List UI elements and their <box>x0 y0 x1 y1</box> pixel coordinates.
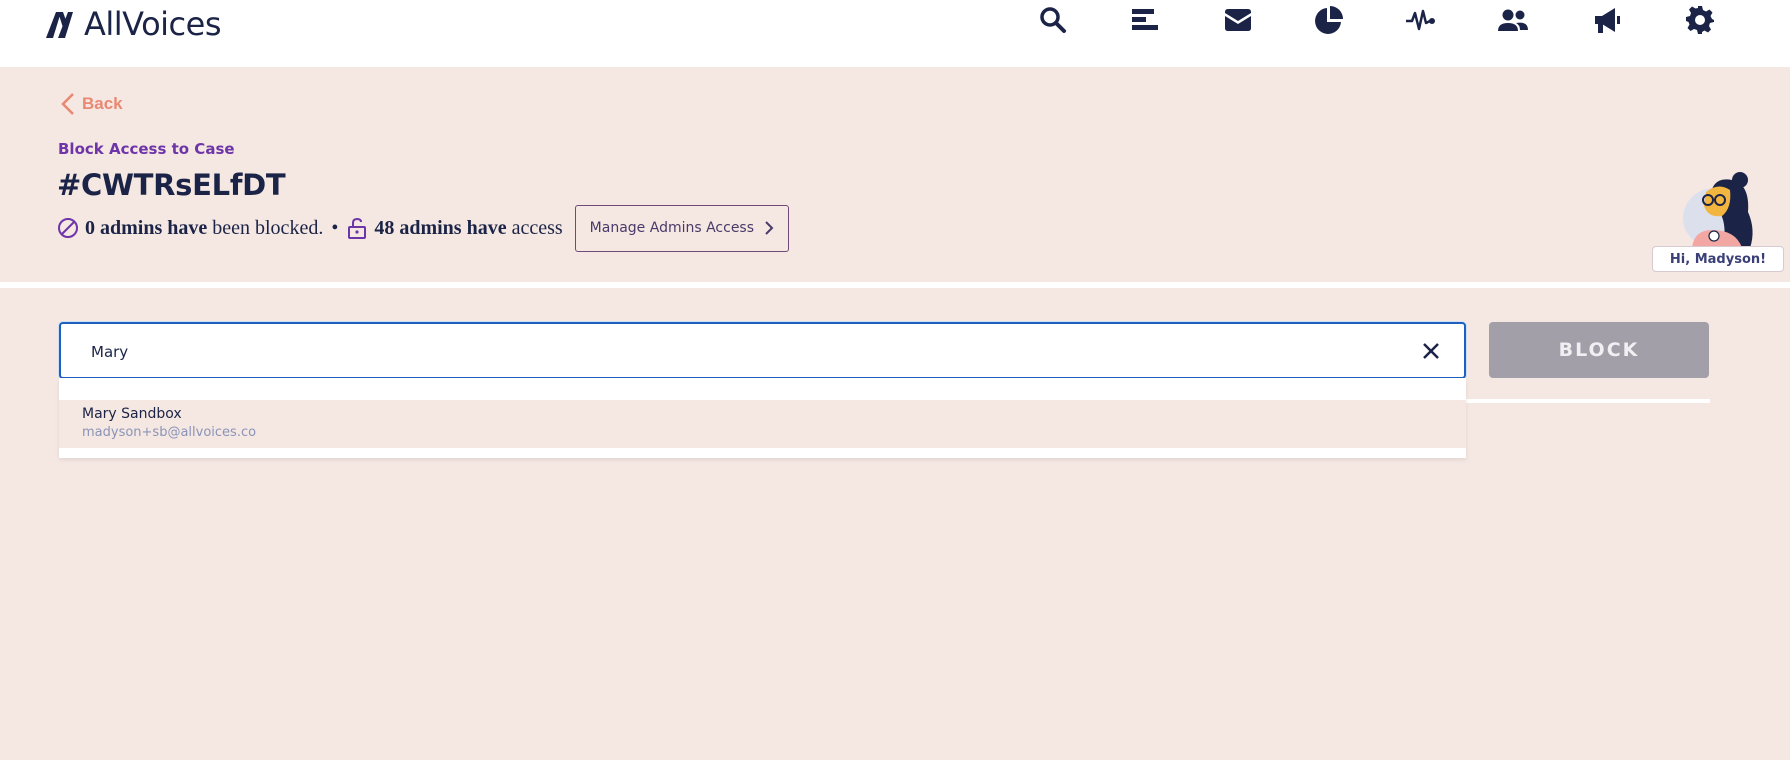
user-avatar-widget[interactable]: Hi, Madyson! <box>1650 168 1784 274</box>
block-button[interactable]: BLOCK <box>1489 322 1709 378</box>
allvoices-logo[interactable]: AllVoices <box>44 4 222 44</box>
blocked-text: been blocked. <box>212 216 324 239</box>
manage-admins-access-label: Manage Admins Access <box>589 220 755 236</box>
announcements-icon[interactable] <box>1589 2 1625 38</box>
admin-search-input[interactable] <box>91 340 1391 364</box>
chevron-right-icon <box>765 221 774 235</box>
access-text: access <box>511 216 563 239</box>
status-separator: • <box>331 216 339 239</box>
chevron-left-icon <box>61 93 74 115</box>
activity-icon[interactable] <box>1403 2 1439 38</box>
brand-name: AllVoices <box>84 5 222 43</box>
page-eyebrow: Block Access to Case <box>58 140 235 158</box>
avatar <box>1683 172 1753 248</box>
search-results-dropdown: Mary Sandbox madyson+sb@allvoices.co <box>59 378 1466 458</box>
greeting-badge: Hi, Madyson! <box>1652 246 1784 272</box>
section-divider <box>0 282 1790 288</box>
access-status: 0 admins have been blocked. • 48 admins … <box>57 204 790 252</box>
option-email: madyson+sb@allvoices.co <box>82 425 257 440</box>
list-item[interactable]: Mary Sandbox madyson+sb@allvoices.co <box>59 400 1466 448</box>
clear-search-button[interactable] <box>1420 340 1442 362</box>
analytics-icon[interactable] <box>1311 2 1347 38</box>
page-title: #CWTRsELfDT <box>57 168 286 202</box>
option-name: Mary Sandbox <box>82 406 182 422</box>
logo-mark-icon <box>46 12 73 38</box>
settings-icon[interactable] <box>1682 2 1718 38</box>
access-count: 48 admins have <box>374 216 507 239</box>
back-link[interactable]: Back <box>60 92 123 116</box>
close-icon <box>1423 343 1439 359</box>
manage-admins-access-button[interactable]: Manage Admins Access <box>574 204 790 252</box>
admin-search-field[interactable] <box>59 322 1466 379</box>
reports-icon[interactable] <box>1127 2 1163 38</box>
block-button-underline <box>1466 399 1710 403</box>
back-label: Back <box>82 94 123 113</box>
blocked-count: 0 admins have <box>85 216 208 239</box>
search-icon[interactable] <box>1035 2 1071 38</box>
users-icon[interactable] <box>1495 2 1531 38</box>
inbox-icon[interactable] <box>1220 2 1256 38</box>
top-nav: AllVoices <box>0 0 1790 67</box>
unlock-icon <box>348 217 367 239</box>
blocked-icon <box>58 218 78 238</box>
